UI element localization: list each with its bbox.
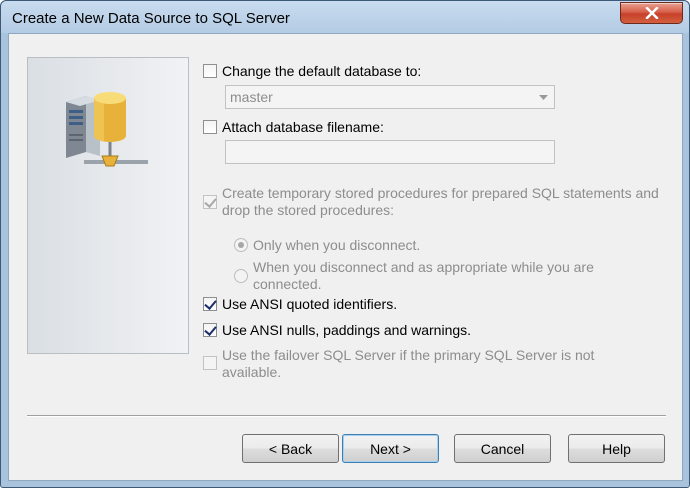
- back-button[interactable]: < Back: [242, 434, 339, 463]
- cancel-button[interactable]: Cancel: [454, 434, 551, 463]
- attach-db-filename-label: Attach database filename:: [222, 119, 384, 135]
- dialog-window: Create a New Data Source to SQL Server C…: [0, 0, 690, 488]
- radio-disconnect-appropriate-button[interactable]: [234, 269, 248, 283]
- next-button[interactable]: Next >: [342, 434, 439, 463]
- ansi-nulls-check[interactable]: [203, 323, 217, 337]
- help-button[interactable]: Help: [568, 434, 665, 463]
- change-default-db-checkbox[interactable]: Change the default database to:: [203, 63, 421, 80]
- default-database-combo[interactable]: master: [225, 85, 555, 109]
- radio-only-disconnect-button[interactable]: [234, 238, 248, 252]
- radio-disconnect-appropriate[interactable]: When you disconnect and as appropriate w…: [234, 259, 623, 293]
- default-database-value: master: [230, 89, 273, 105]
- create-temp-procs-label: Create temporary stored procedures for p…: [222, 185, 659, 218]
- create-temp-procs-checkbox[interactable]: Create temporary stored procedures for p…: [203, 185, 662, 219]
- close-icon: [645, 7, 658, 19]
- change-default-db-label: Change the default database to:: [222, 63, 422, 79]
- attach-db-filename-checkbox[interactable]: Attach database filename:: [203, 119, 384, 136]
- footer-separator: [27, 415, 666, 417]
- attach-db-filename-input[interactable]: [225, 140, 555, 164]
- title-bar[interactable]: Create a New Data Source to SQL Server: [1, 1, 689, 33]
- failover-label: Use the failover SQL Server if the prima…: [222, 347, 595, 380]
- database-server-icon: [66, 92, 148, 167]
- wizard-image-panel: [27, 57, 189, 354]
- dialog-client-area: Change the default database to: master A…: [8, 33, 683, 481]
- chevron-down-icon: [539, 95, 548, 100]
- failover-check[interactable]: [203, 356, 217, 370]
- ansi-quoted-label: Use ANSI quoted identifiers.: [222, 296, 398, 312]
- window-title: Create a New Data Source to SQL Server: [12, 10, 290, 27]
- radio-only-disconnect[interactable]: Only when you disconnect.: [234, 237, 420, 254]
- close-button[interactable]: [620, 2, 683, 24]
- failover-checkbox[interactable]: Use the failover SQL Server if the prima…: [203, 347, 622, 381]
- create-temp-procs-check[interactable]: [203, 195, 217, 209]
- ansi-nulls-label: Use ANSI nulls, paddings and warnings.: [222, 322, 472, 338]
- ansi-quoted-checkbox[interactable]: Use ANSI quoted identifiers.: [203, 296, 397, 313]
- ansi-quoted-check[interactable]: [203, 297, 217, 311]
- radio-only-disconnect-label: Only when you disconnect.: [253, 237, 421, 253]
- radio-disconnect-appropriate-label: When you disconnect and as appropriate w…: [253, 259, 594, 292]
- attach-db-filename-check[interactable]: [203, 120, 217, 134]
- ansi-nulls-checkbox[interactable]: Use ANSI nulls, paddings and warnings.: [203, 322, 471, 339]
- change-default-db-check[interactable]: [203, 64, 217, 78]
